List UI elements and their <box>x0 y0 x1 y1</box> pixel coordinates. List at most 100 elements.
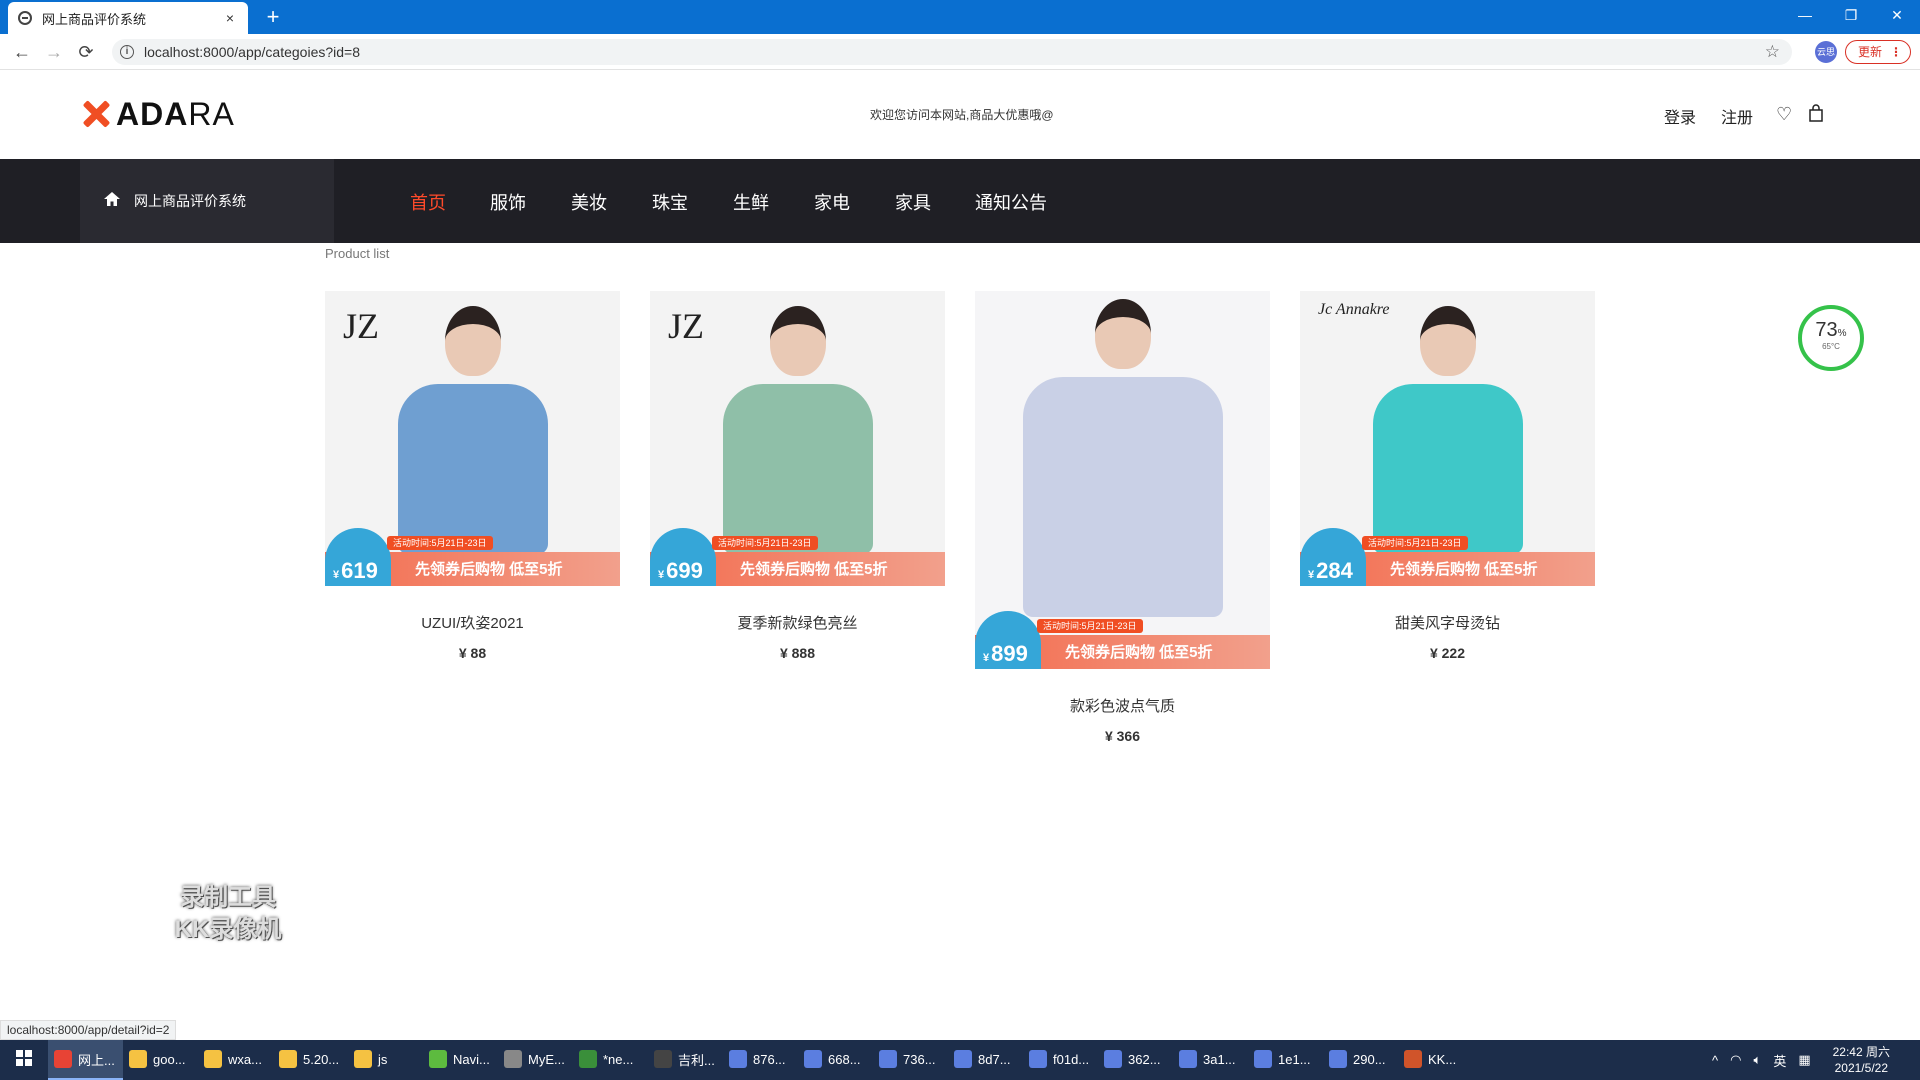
site-logo[interactable]: ADARA <box>80 96 235 132</box>
register-link[interactable]: 注册 <box>1721 104 1753 128</box>
taskbar-item[interactable]: 362... <box>1098 1040 1173 1080</box>
clock[interactable]: 22:42 周六 2021/5/22 <box>1833 1044 1890 1076</box>
forward-button[interactable]: → <box>42 40 66 64</box>
product-card[interactable]: Jc Annakre ¥284 活动时间:5月21日-23日 先领券后购物 低至… <box>1300 291 1595 661</box>
taskbar-item[interactable]: 吉利... <box>648 1040 723 1080</box>
taskbar-item[interactable]: 3a1... <box>1173 1040 1248 1080</box>
input-method-icon[interactable]: ▦ <box>1798 1052 1810 1068</box>
taskbar-item[interactable]: 1e1... <box>1248 1040 1323 1080</box>
taskbar-item[interactable]: Navi... <box>423 1040 498 1080</box>
product-card[interactable]: ¥899 活动时间:5月21日-23日 先领券后购物 低至5折 款彩色波点气质 … <box>975 291 1270 744</box>
product-image[interactable]: JZ ¥699 活动时间:5月21日-23日 先领券后购物 低至5折 <box>650 291 945 586</box>
promo-slogan: 先领券后购物 低至5折 <box>740 561 888 578</box>
globe-icon <box>18 11 32 25</box>
taskbar-item-label: 362... <box>1128 1051 1161 1067</box>
heart-icon[interactable]: ♡ <box>1776 104 1792 125</box>
taskbar-item-label: 5.20... <box>303 1051 340 1067</box>
back-button[interactable]: ← <box>10 40 34 64</box>
bookmark-star-icon[interactable]: ☆ <box>1765 42 1780 62</box>
taskbar-item-label: KK... <box>1428 1051 1457 1067</box>
bag-icon[interactable] <box>1808 104 1824 127</box>
taskbar-item[interactable]: 876... <box>723 1040 798 1080</box>
minimize-button[interactable]: — <box>1782 0 1828 30</box>
status-url: localhost:8000/app/detail?id=2 <box>0 1020 177 1040</box>
product-card[interactable]: JZ ¥699 活动时间:5月21日-23日 先领券后购物 低至5折 夏季新款绿… <box>650 291 945 661</box>
close-window-button[interactable]: ✕ <box>1874 0 1920 30</box>
taskbar-item[interactable]: wxa... <box>198 1040 273 1080</box>
app-icon <box>879 1050 897 1068</box>
system-monitor-gauge[interactable]: 73% 65°C <box>1798 305 1864 371</box>
taskbar-item-label: 668... <box>828 1051 861 1067</box>
nav-item-furniture[interactable]: 家具 <box>895 189 931 215</box>
home-icon <box>104 191 120 211</box>
taskbar-item-label: 290... <box>1353 1051 1386 1067</box>
new-tab-button[interactable]: + <box>260 4 286 30</box>
taskbar-item-label: *ne... <box>603 1051 634 1067</box>
nav-item-beauty[interactable]: 美妆 <box>571 189 607 215</box>
product-name[interactable]: 甜美风字母烫钻 <box>1300 612 1595 633</box>
taskbar-item-label: f01d... <box>1053 1051 1090 1067</box>
app-icon <box>804 1050 822 1068</box>
input-language[interactable]: 英 <box>1773 1051 1786 1070</box>
product-price: ¥ 888 <box>779 645 816 661</box>
product-card[interactable]: JZ ¥619 活动时间:5月21日-23日 先领券后购物 低至5折 UZUI/… <box>325 291 620 661</box>
promo-date: 活动时间:5月21日-23日 <box>387 536 493 550</box>
tray-expand-icon[interactable]: ^ <box>1712 1053 1718 1068</box>
reload-button[interactable]: ⟳ <box>74 40 98 64</box>
restore-button[interactable]: ❐ <box>1828 0 1874 30</box>
taskbar-item[interactable]: js <box>348 1040 423 1080</box>
app-icon <box>579 1050 597 1068</box>
home-link[interactable]: 网上商品评价系统 <box>80 159 334 243</box>
taskbar-item[interactable]: 5.20... <box>273 1040 348 1080</box>
address-bar[interactable]: i localhost:8000/app/categoies?id=8 ☆ <box>112 39 1792 65</box>
taskbar-item[interactable]: 668... <box>798 1040 873 1080</box>
taskbar-item[interactable]: KK... <box>1398 1040 1473 1080</box>
login-link[interactable]: 登录 <box>1664 104 1696 128</box>
tab-close-icon[interactable]: × <box>222 10 238 26</box>
watermark-line1: 录制工具 <box>180 884 276 911</box>
taskbar-item[interactable]: f01d... <box>1023 1040 1098 1080</box>
update-button[interactable]: 更新 ⋮ <box>1845 40 1911 64</box>
product-name[interactable]: 款彩色波点气质 <box>975 695 1270 716</box>
product-name[interactable]: UZUI/玖姿2021 <box>325 612 620 633</box>
windows-start-icon[interactable] <box>0 1040 48 1080</box>
taskbar-item[interactable]: 736... <box>873 1040 948 1080</box>
taskbar-item[interactable]: MyE... <box>498 1040 573 1080</box>
network-icon[interactable]: ◠ <box>1730 1052 1741 1068</box>
update-label: 更新 <box>1858 45 1883 59</box>
taskbar-item-label: 8d7... <box>978 1051 1011 1067</box>
watermark-line2: KK录像机 <box>174 916 282 943</box>
nav-item-jewelry[interactable]: 珠宝 <box>652 189 688 215</box>
promo-slogan: 先领券后购物 低至5折 <box>415 561 563 578</box>
taskbar-item-label: Navi... <box>453 1051 490 1067</box>
volume-icon[interactable]: 🔈︎ <box>1754 1052 1762 1068</box>
taskbar-item[interactable]: 网上... <box>48 1040 123 1080</box>
taskbar-item[interactable]: *ne... <box>573 1040 648 1080</box>
product-image[interactable]: ¥899 活动时间:5月21日-23日 先领券后购物 低至5折 <box>975 291 1270 669</box>
taskbar-item[interactable]: 290... <box>1323 1040 1398 1080</box>
info-icon[interactable]: i <box>120 45 134 59</box>
nav-item-apparel[interactable]: 服饰 <box>490 189 526 215</box>
app-icon <box>1179 1050 1197 1068</box>
product-image[interactable]: JZ ¥619 活动时间:5月21日-23日 先领券后购物 低至5折 <box>325 291 620 586</box>
nav-item-notices[interactable]: 通知公告 <box>975 189 1047 215</box>
taskbar-item-label: MyE... <box>528 1051 565 1067</box>
browser-tab[interactable]: 网上商品评价系统 × <box>8 2 248 34</box>
profile-avatar[interactable]: 云思 <box>1815 41 1837 63</box>
clock-time: 22:42 周六 <box>1832 1045 1890 1059</box>
taskbar-item-label: 876... <box>753 1051 786 1067</box>
nav-item-home[interactable]: 首页 <box>410 189 446 215</box>
product-name[interactable]: 夏季新款绿色亮丝 <box>650 612 945 633</box>
product-price: ¥ 366 <box>1104 728 1141 744</box>
nav-item-fresh[interactable]: 生鲜 <box>733 189 769 215</box>
gauge-unit: % <box>1837 328 1847 339</box>
brand-logo: JZ <box>343 306 379 346</box>
taskbar-item[interactable]: 8d7... <box>948 1040 1023 1080</box>
more-menu-icon: ⋮ <box>1890 45 1902 59</box>
promo-banner: ¥284 活动时间:5月21日-23日 先领券后购物 低至5折 <box>1300 528 1595 586</box>
app-icon <box>279 1050 297 1068</box>
app-icon <box>1254 1050 1272 1068</box>
nav-item-appliances[interactable]: 家电 <box>814 189 850 215</box>
product-image[interactable]: Jc Annakre ¥284 活动时间:5月21日-23日 先领券后购物 低至… <box>1300 291 1595 586</box>
taskbar-item[interactable]: goo... <box>123 1040 198 1080</box>
